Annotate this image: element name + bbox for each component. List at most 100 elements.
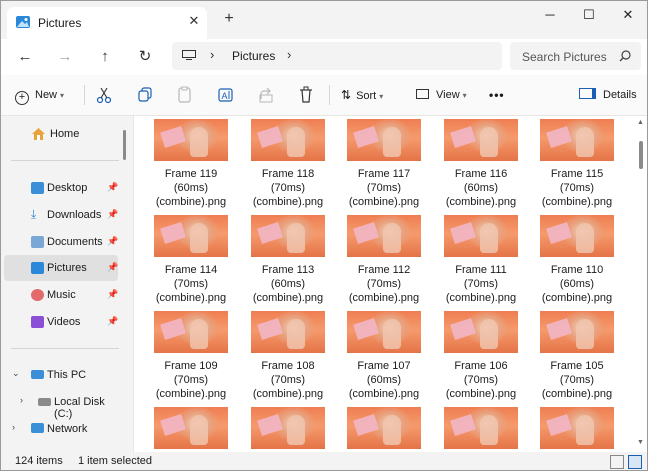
file-item[interactable]	[337, 404, 431, 452]
view-button[interactable]: View ▾	[416, 85, 467, 105]
details-button[interactable]: Details	[579, 85, 637, 105]
pin-icon[interactable]: 📌	[107, 316, 118, 327]
sidebar-item-home[interactable]: Home	[4, 121, 118, 147]
file-name-line: (combine).png	[155, 196, 227, 208]
sort-label: Sort	[356, 90, 377, 102]
file-item[interactable]: Frame 105 (70ms) (combine).png	[530, 308, 624, 401]
more-options-button[interactable]: •••	[489, 85, 505, 105]
sidebar-item-desktop[interactable]: Desktop 📌	[4, 175, 118, 201]
address-bar[interactable]: › Pictures ›	[172, 42, 502, 70]
file-item[interactable]: Frame 118 (70ms) (combine).png	[241, 116, 335, 209]
file-name: Frame 114 (70ms) (combine).png	[144, 263, 238, 305]
pin-icon[interactable]: 📌	[107, 262, 118, 273]
pictures-icon	[31, 262, 44, 274]
file-thumbnail	[251, 311, 325, 353]
search-box[interactable]: Search Pictures	[510, 42, 641, 70]
file-thumbnail	[444, 311, 518, 353]
maximize-button[interactable]: ☐	[577, 7, 601, 23]
minimize-button[interactable]: ─	[538, 7, 562, 23]
rename-icon[interactable]: A	[217, 85, 235, 105]
breadcrumb-separator[interactable]: ›	[287, 47, 291, 62]
share-icon[interactable]	[258, 85, 274, 105]
up-button[interactable]: ↑	[96, 48, 114, 66]
file-name-line: Frame 109	[164, 360, 218, 372]
file-item[interactable]: Frame 113 (60ms) (combine).png	[241, 212, 335, 305]
file-item[interactable]: Frame 111 (70ms) (combine).png	[434, 212, 528, 305]
chevron-right-icon[interactable]: ›	[12, 422, 15, 432]
sidebar-item-this-pc[interactable]: ⌄ This PC	[4, 362, 118, 388]
file-name: Frame 116 (60ms) (combine).png	[434, 167, 528, 209]
file-item[interactable]: Frame 109 (70ms) (combine).png	[144, 308, 238, 401]
file-item[interactable]	[241, 404, 335, 452]
sidebar-item-documents[interactable]: Documents 📌	[4, 229, 118, 255]
file-item[interactable]: Frame 115 (70ms) (combine).png	[530, 116, 624, 209]
details-view-icon[interactable]	[610, 455, 624, 469]
pin-icon[interactable]: 📌	[107, 182, 118, 193]
sidebar-item-music[interactable]: Music 📌	[4, 282, 118, 308]
file-name-line: (combine).png	[541, 196, 613, 208]
refresh-button[interactable]: ↻	[136, 48, 154, 66]
file-thumbnail	[154, 407, 228, 449]
chevron-right-icon[interactable]: ›	[20, 395, 23, 405]
close-tab-icon[interactable]: ✕	[186, 13, 202, 29]
network-icon	[31, 423, 44, 433]
file-name-line: Frame 112	[357, 264, 411, 276]
large-icons-view-icon[interactable]	[628, 455, 642, 469]
pin-icon[interactable]: 📌	[107, 289, 118, 300]
sidebar-item-label: Documents	[47, 236, 103, 248]
sidebar-item-pictures[interactable]: Pictures 📌	[4, 255, 118, 281]
file-item[interactable]	[144, 404, 238, 452]
videos-icon	[31, 316, 44, 328]
forward-button[interactable]: →	[56, 48, 74, 66]
scrollbar-thumb[interactable]	[639, 141, 643, 169]
cut-icon[interactable]	[96, 85, 112, 105]
sidebar-scrollbar[interactable]	[123, 130, 126, 160]
sort-button[interactable]: ⇅ Sort ▾	[341, 85, 383, 105]
sidebar-item-local-disk[interactable]: › Local Disk (C:)	[4, 389, 118, 420]
file-item[interactable]	[530, 404, 624, 452]
file-item[interactable]: Frame 119 (60ms) (combine).png	[144, 116, 238, 209]
file-item[interactable]: Frame 114 (70ms) (combine).png	[144, 212, 238, 305]
file-name: Frame 119 (60ms) (combine).png	[144, 167, 238, 209]
file-name-line: (60ms)	[366, 374, 402, 386]
file-name-line: (70ms)	[270, 374, 306, 386]
file-thumbnail	[540, 215, 614, 257]
close-window-button[interactable]: ✕	[616, 7, 640, 23]
copy-icon[interactable]	[137, 85, 153, 105]
pin-icon[interactable]: 📌	[107, 209, 118, 220]
downloads-icon: ⤓	[31, 207, 37, 221]
pin-icon[interactable]: 📌	[107, 236, 118, 247]
file-name-line: (combine).png	[252, 388, 324, 400]
sidebar-item-network[interactable]: › Network	[4, 416, 118, 442]
file-item[interactable]	[434, 404, 528, 452]
sidebar-item-downloads[interactable]: ⤓ Downloads 📌	[4, 202, 118, 228]
scroll-down-icon[interactable]: ▼	[637, 439, 644, 446]
chevron-down-icon[interactable]: ⌄	[12, 368, 20, 379]
file-item[interactable]: Frame 106 (70ms) (combine).png	[434, 308, 528, 401]
file-item[interactable]: Frame 112 (70ms) (combine).png	[337, 212, 431, 305]
search-input[interactable]: Search Pictures	[522, 50, 607, 64]
new-tab-button[interactable]: +	[220, 10, 238, 28]
tab-pictures[interactable]: Pictures ✕	[7, 7, 207, 39]
file-item[interactable]: Frame 107 (60ms) (combine).png	[337, 308, 431, 401]
item-count: 124 items	[15, 455, 63, 467]
file-name: Frame 111 (70ms) (combine).png	[434, 263, 528, 305]
breadcrumb-pictures[interactable]: Pictures	[232, 49, 275, 63]
paste-icon[interactable]	[177, 85, 193, 105]
title-bar: Pictures ✕ + ─ ☐ ✕	[1, 1, 647, 39]
delete-icon[interactable]	[298, 85, 314, 105]
new-button[interactable]: + New ▾	[15, 85, 64, 105]
file-item[interactable]: Frame 116 (60ms) (combine).png	[434, 116, 528, 209]
scroll-up-icon[interactable]: ▲	[637, 119, 644, 126]
file-name-line: (70ms)	[173, 374, 209, 386]
back-button[interactable]: ←	[16, 48, 34, 66]
breadcrumb-separator[interactable]: ›	[210, 47, 214, 62]
file-item[interactable]: Frame 108 (70ms) (combine).png	[241, 308, 335, 401]
file-item[interactable]: Frame 110 (60ms) (combine).png	[530, 212, 624, 305]
file-item[interactable]: Frame 117 (70ms) (combine).png	[337, 116, 431, 209]
new-label: New	[35, 89, 58, 101]
sidebar-item-videos[interactable]: Videos 📌	[4, 309, 118, 335]
content-scrollbar[interactable]: ▲ ▼	[637, 119, 645, 449]
file-name-line: (combine).png	[155, 292, 227, 304]
file-thumbnail	[251, 407, 325, 449]
